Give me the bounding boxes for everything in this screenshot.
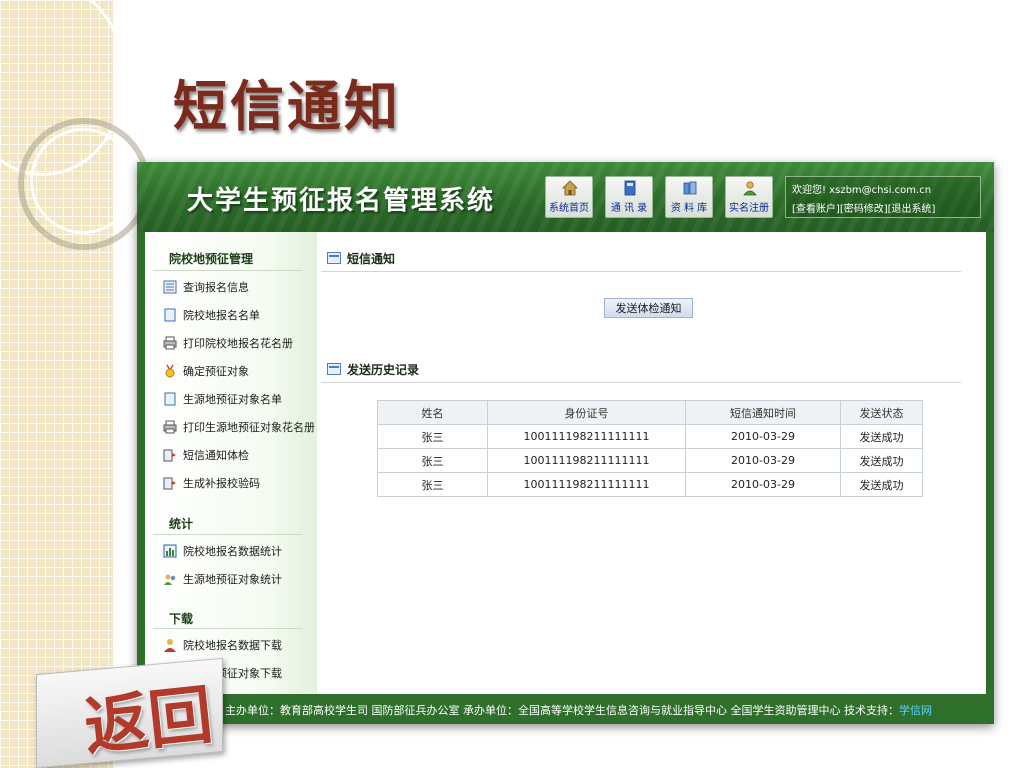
sidebar-item-label: 生源地预征对象统计 <box>183 573 282 586</box>
nav-library-button[interactable]: 资 料 库 <box>665 176 713 218</box>
change-password-link[interactable]: [密码修改] <box>840 204 888 215</box>
column-header-time: 短信通知时间 <box>685 400 841 425</box>
library-icon <box>683 181 697 195</box>
send-exam-notice-button[interactable]: 发送体检通知 <box>604 298 693 318</box>
decorative-ring <box>30 128 136 234</box>
sidebar-item-school-download[interactable]: 院校地报名数据下载 <box>163 636 317 654</box>
welcome-text: 欢迎您! xszbm@chsi.com.cn <box>792 185 932 196</box>
section-title-sms: 短信通知 <box>347 252 396 266</box>
document-icon <box>164 392 176 406</box>
section-divider <box>321 271 961 272</box>
cell-name: 张三 <box>377 424 488 449</box>
table-row: 张三 100111198211111111 2010-03-29 发送成功 <box>377 448 923 473</box>
window-icon <box>327 252 341 264</box>
cell-id: 100111198211111111 <box>487 448 686 473</box>
sidebar-item-sms-exam[interactable]: 短信通知体检 <box>163 446 317 464</box>
cell-id: 100111198211111111 <box>487 424 686 449</box>
sidebar-item-print-school-roster[interactable]: 打印院校地报名花名册 <box>163 334 317 352</box>
sidebar-item-origin-stats[interactable]: 生源地预征对象统计 <box>163 570 317 588</box>
table-header-row: 姓名 身份证号 短信通知时间 发送状态 <box>377 400 923 425</box>
sidebar-item-origin-list[interactable]: 生源地预征对象名单 <box>163 390 317 408</box>
footer-text: 主办单位：教育部高校学生司 国防部征兵办公室 承办单位：全国高等学校学生信息咨询… <box>225 702 932 718</box>
sidebar-item-label: 院校地报名数据统计 <box>183 545 282 558</box>
sidebar-divider <box>153 628 303 629</box>
sidebar-item-school-list[interactable]: 院校地报名名单 <box>163 306 317 324</box>
chart-icon <box>163 544 177 558</box>
sidebar-item-label: 查询报名信息 <box>183 281 249 294</box>
cell-id: 100111198211111111 <box>487 472 686 497</box>
nav-register-button[interactable]: 实名注册 <box>725 176 773 218</box>
logout-link[interactable]: [退出系统] <box>888 204 936 215</box>
sidebar-section-heading: 院校地预征管理 <box>169 252 254 266</box>
sidebar-item-print-origin-roster[interactable]: 打印生源地预征对象花名册 <box>163 418 317 436</box>
home-icon <box>562 180 578 196</box>
sidebar-section-heading: 下载 <box>169 612 194 626</box>
document-icon <box>164 308 176 322</box>
sidebar-section-heading: 统计 <box>169 517 194 531</box>
app-header: 大学生预征报名管理系统 系统首页 通 讯 录 资 料 库 实名注册 欢迎您! x… <box>137 162 994 232</box>
column-header-status: 发送状态 <box>840 400 923 425</box>
sidebar-item-label: 打印生源地预征对象花名册 <box>183 421 315 434</box>
table-row: 张三 100111198211111111 2010-03-29 发送成功 <box>377 472 923 497</box>
sidebar: 院校地预征管理 查询报名信息 院校地报名名单 打印院校地报名花名册 确定预征对象… <box>145 232 317 694</box>
cell-status: 发送成功 <box>840 448 923 473</box>
printer-icon <box>163 336 177 350</box>
sidebar-divider <box>153 270 303 271</box>
account-links: [查看账户][密码修改][退出系统] <box>792 200 935 215</box>
history-table: 姓名 身份证号 短信通知时间 发送状态 张三 10011119821111111… <box>377 400 923 497</box>
users-icon <box>164 574 176 585</box>
user-icon <box>164 639 176 652</box>
sidebar-item-school-stats[interactable]: 院校地报名数据统计 <box>163 542 317 560</box>
nav-address-book-button[interactable]: 通 讯 录 <box>605 176 653 218</box>
footer: 主办单位：教育部高校学生司 国防部征兵办公室 承办单位：全国高等学校学生信息咨询… <box>137 694 994 724</box>
sidebar-item-label: 短信通知体检 <box>183 449 249 462</box>
nav-library-label: 资 料 库 <box>670 203 708 214</box>
medal-icon <box>165 364 175 378</box>
printer-icon <box>163 420 177 434</box>
sidebar-item-label: 院校地报名数据下载 <box>183 639 282 652</box>
nav-address-book-label: 通 讯 录 <box>610 203 648 214</box>
footer-sponsor-text: 主办单位：教育部高校学生司 国防部征兵办公室 承办单位：全国高等学校学生信息咨询… <box>225 704 899 717</box>
sms-icon <box>163 449 176 462</box>
table-row: 张三 100111198211111111 2010-03-29 发送成功 <box>377 424 923 449</box>
return-button-label: 返回 <box>81 677 217 766</box>
cell-time: 2010-03-29 <box>685 472 841 497</box>
app-title: 大学生预征报名管理系统 <box>187 186 496 216</box>
nav-home-button[interactable]: 系统首页 <box>545 176 593 218</box>
cell-status: 发送成功 <box>840 424 923 449</box>
column-header-name: 姓名 <box>377 400 488 425</box>
cell-time: 2010-03-29 <box>685 424 841 449</box>
sidebar-item-label: 确定预征对象 <box>183 365 249 378</box>
sidebar-item-query-registration[interactable]: 查询报名信息 <box>163 278 317 296</box>
section-title-history: 发送历史记录 <box>347 363 420 377</box>
sidebar-item-label: 生成补报校验码 <box>183 477 260 490</box>
sidebar-item-label: 院校地报名名单 <box>183 309 260 322</box>
nav-home-label: 系统首页 <box>549 203 589 214</box>
column-header-id: 身份证号 <box>487 400 686 425</box>
sms-icon <box>163 477 176 490</box>
slide-title: 短信通知 <box>173 74 401 138</box>
main-content: 短信通知 发送体检通知 发送历史记录 姓名 身份证号 短信通知时间 发送状态 张… <box>317 232 986 694</box>
sidebar-item-label: 打印院校地报名花名册 <box>183 337 293 350</box>
user-register-icon <box>743 181 757 196</box>
user-info-box: 欢迎您! xszbm@chsi.com.cn [查看账户][密码修改][退出系统… <box>785 176 981 218</box>
cell-time: 2010-03-29 <box>685 448 841 473</box>
sidebar-item-generate-code[interactable]: 生成补报校验码 <box>163 474 317 492</box>
cell-status: 发送成功 <box>840 472 923 497</box>
view-account-link[interactable]: [查看账户] <box>792 204 840 215</box>
nav-register-label: 实名注册 <box>729 203 769 214</box>
section-divider <box>321 382 961 383</box>
sidebar-divider <box>153 534 303 535</box>
return-button[interactable]: 返回 <box>36 656 231 768</box>
footer-tech-link[interactable]: 学信网 <box>899 704 932 717</box>
app-window: 大学生预征报名管理系统 系统首页 通 讯 录 资 料 库 实名注册 欢迎您! x… <box>137 162 994 724</box>
list-icon <box>163 280 177 294</box>
sidebar-item-label: 生源地预征对象名单 <box>183 393 282 406</box>
address-book-icon <box>624 180 636 196</box>
window-icon <box>327 363 341 375</box>
sidebar-item-confirm-candidates[interactable]: 确定预征对象 <box>163 362 317 380</box>
cell-name: 张三 <box>377 472 488 497</box>
cell-name: 张三 <box>377 448 488 473</box>
